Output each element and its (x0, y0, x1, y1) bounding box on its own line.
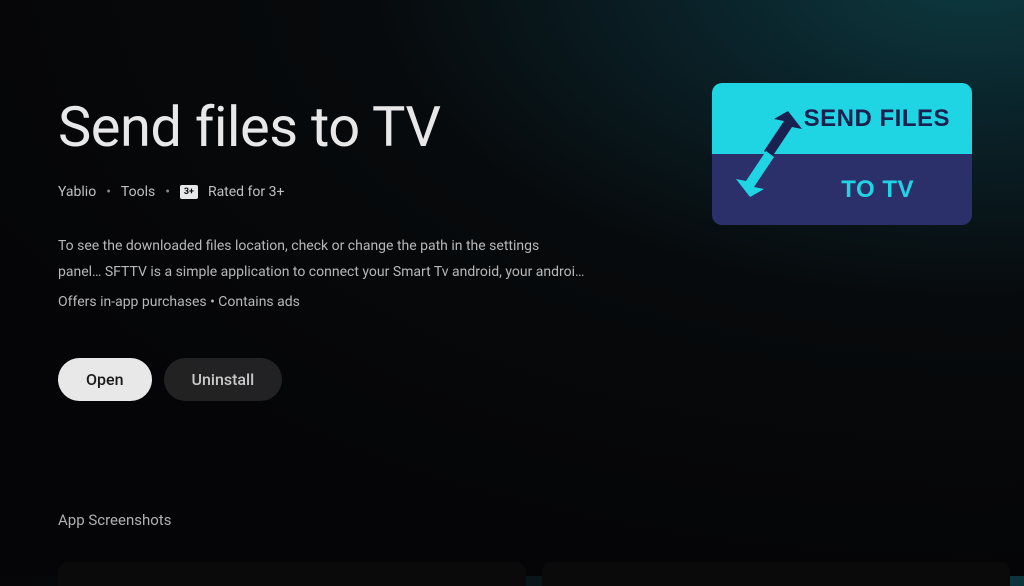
app-title: Send files to TV (58, 94, 622, 160)
description-line: To see the downloaded files location, ch… (58, 234, 622, 260)
app-icon: SEND FILES TO TV (712, 83, 972, 225)
screenshots-section-label: App Screenshots (58, 511, 622, 529)
screenshots-row[interactable] (58, 562, 1024, 586)
meta-separator: • (165, 184, 170, 200)
screenshot-thumbnail[interactable] (542, 562, 1010, 586)
app-icon-text-top: SEND FILES (804, 105, 950, 133)
arrow-icon (736, 111, 802, 197)
open-button[interactable]: Open (58, 358, 152, 401)
developer-name: Yablio (58, 184, 96, 200)
app-description: To see the downloaded files location, ch… (58, 234, 622, 286)
app-meta: Yablio • Tools • 3+ Rated for 3+ (58, 184, 622, 200)
rating-label: Rated for 3+ (208, 184, 285, 200)
uninstall-button[interactable]: Uninstall (164, 358, 283, 401)
meta-separator: • (106, 184, 111, 200)
description-line: panel… SFTTV is a simple application to … (58, 260, 622, 286)
purchases-note: Offers in-app purchases • Contains ads (58, 294, 622, 310)
app-icon-text-bottom: TO TV (841, 176, 914, 204)
action-button-row: Open Uninstall (58, 358, 622, 401)
category-name: Tools (121, 184, 155, 200)
rating-badge-icon: 3+ (180, 185, 198, 199)
screenshot-thumbnail[interactable] (58, 562, 526, 586)
